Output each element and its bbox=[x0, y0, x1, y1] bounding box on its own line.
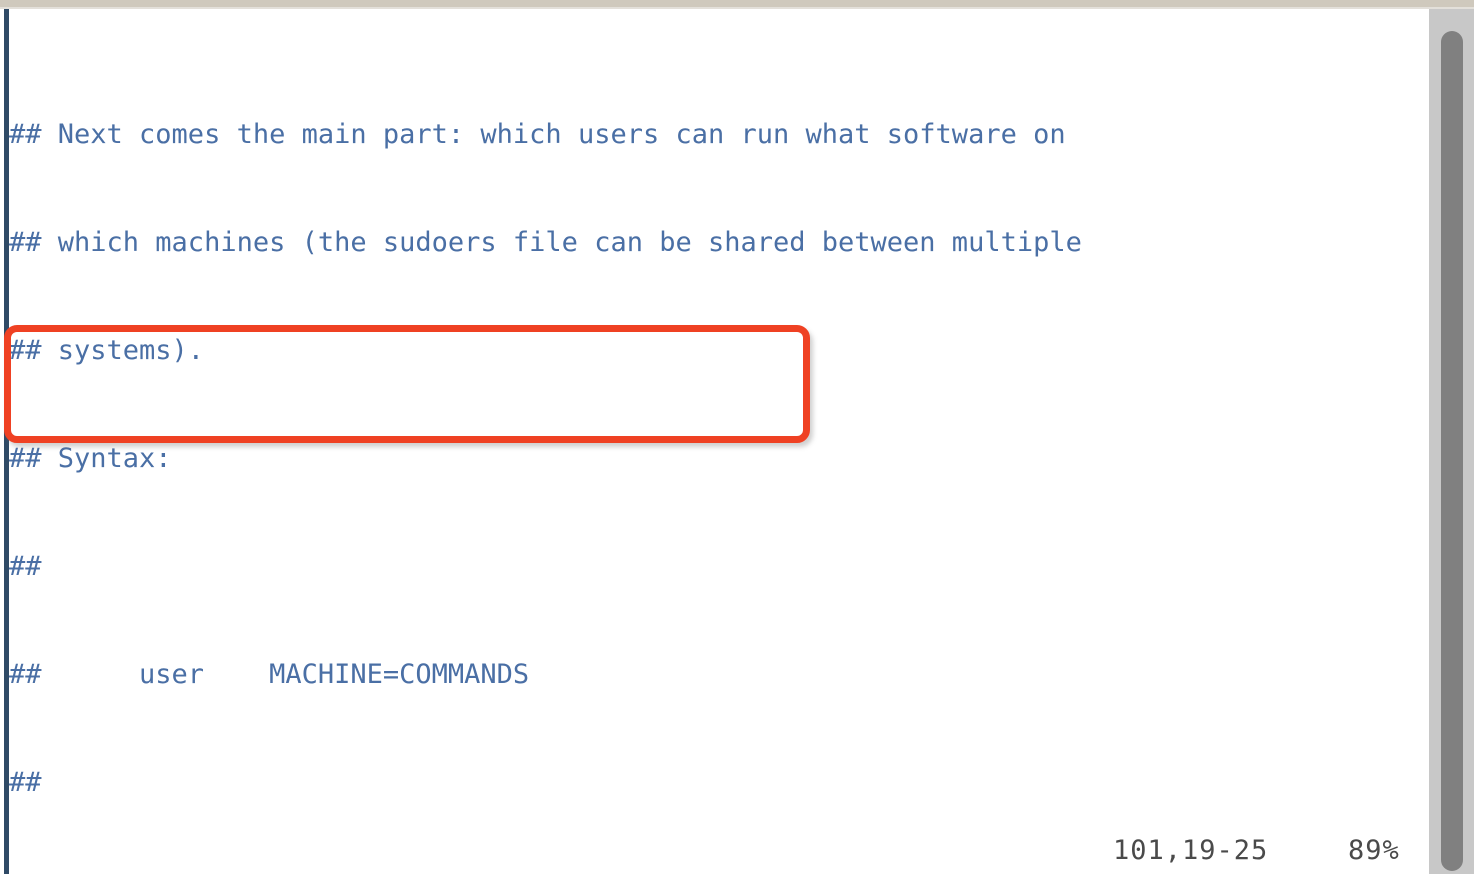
line-text: ## which machines (the sudoers file can … bbox=[9, 227, 1082, 258]
line-text: ## bbox=[9, 767, 42, 798]
text-buffer[interactable]: ## Next comes the main part: which users… bbox=[9, 9, 1429, 874]
code-line: ## bbox=[9, 765, 1309, 801]
code-line: ## user MACHINE=COMMANDS bbox=[9, 657, 1309, 693]
code-line: ## Next comes the main part: which users… bbox=[9, 117, 1309, 153]
line-text: ## bbox=[9, 551, 42, 582]
scrollbar-thumb[interactable] bbox=[1441, 31, 1463, 871]
line-text: ## systems). bbox=[9, 335, 205, 366]
line-text: ## Next comes the main part: which users… bbox=[9, 119, 1066, 150]
editor-window: ## Next comes the main part: which users… bbox=[0, 0, 1474, 874]
code-line: ## systems). bbox=[9, 333, 1309, 369]
code-content: ## Next comes the main part: which users… bbox=[9, 9, 1309, 874]
code-line: ## Syntax: bbox=[9, 441, 1309, 477]
code-line: ## which machines (the sudoers file can … bbox=[9, 225, 1309, 261]
code-line: ## bbox=[9, 549, 1309, 585]
status-scroll-percent: 89% bbox=[1348, 835, 1400, 866]
line-text: ## user MACHINE=COMMANDS bbox=[9, 659, 530, 690]
line-text: ## Syntax: bbox=[9, 443, 172, 474]
vertical-scrollbar[interactable] bbox=[1429, 9, 1474, 874]
status-cursor-position: 101,19-25 bbox=[1113, 835, 1269, 866]
